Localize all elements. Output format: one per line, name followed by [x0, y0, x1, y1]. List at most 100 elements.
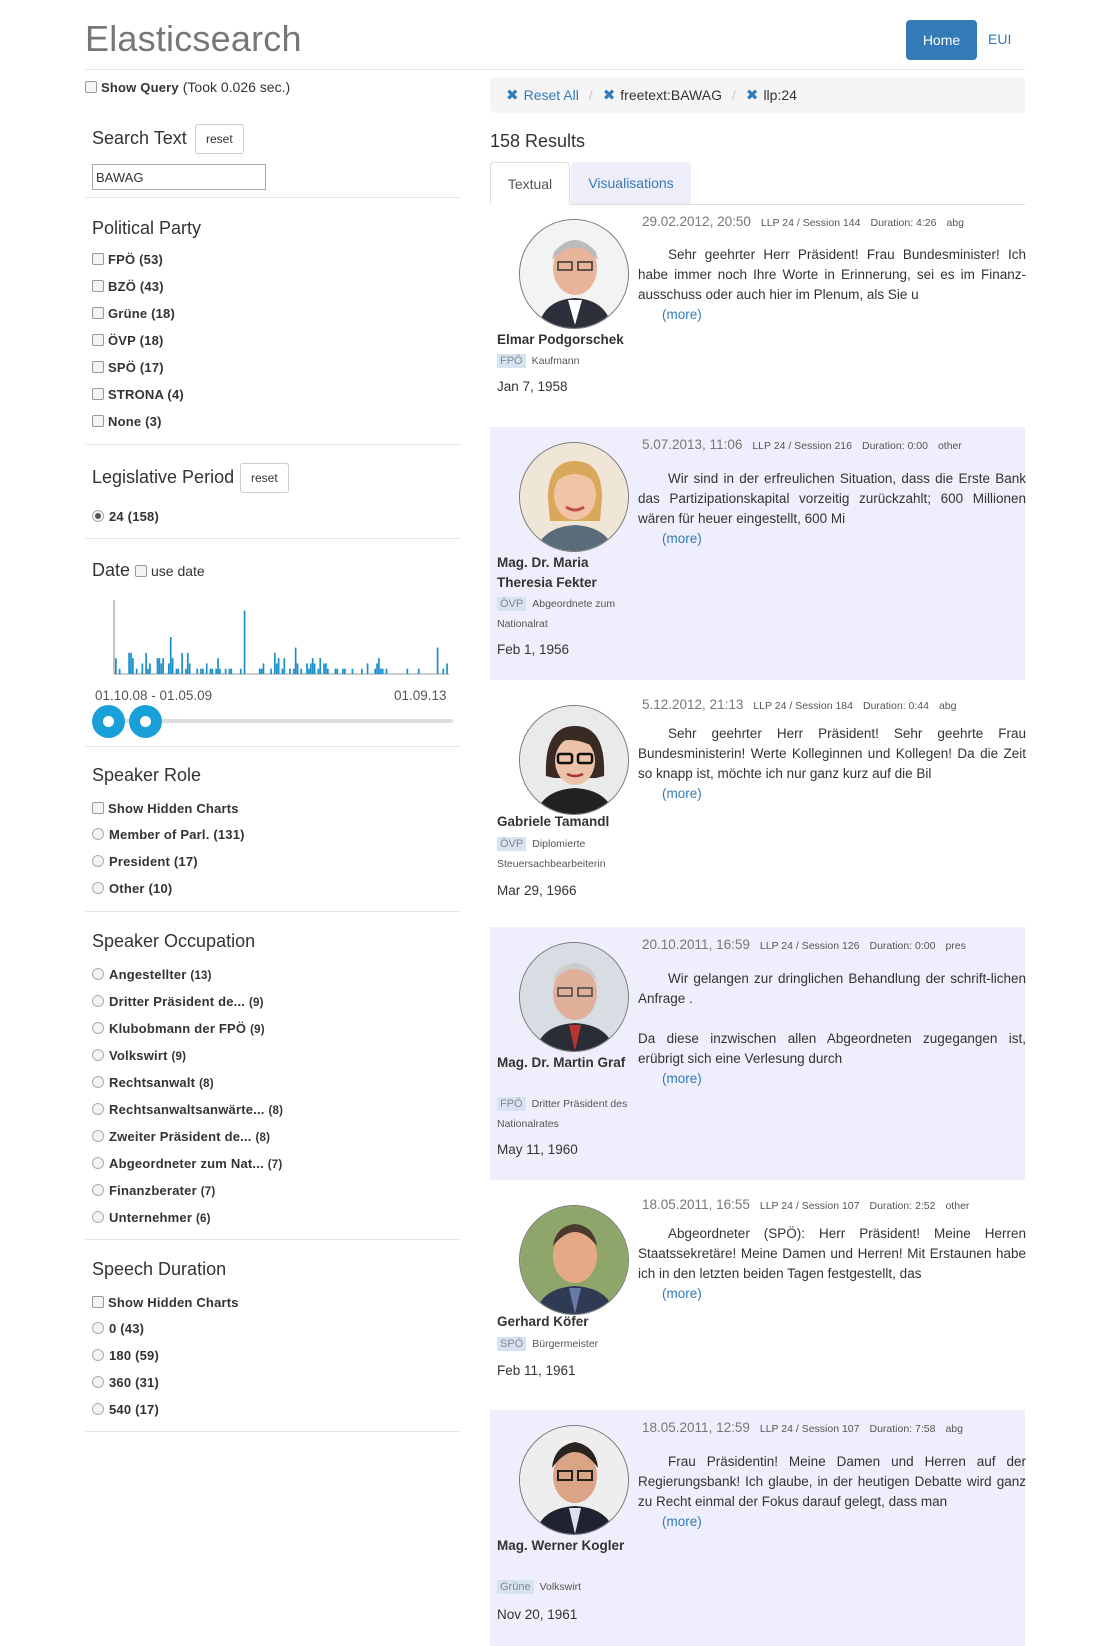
occupation-option[interactable]: Angestellter (13) [92, 966, 212, 982]
party-option[interactable]: STRONA (4) [92, 386, 184, 402]
filter-crumb-freetext[interactable]: ✖ freetext:BAWAG [603, 86, 722, 104]
search-input[interactable] [92, 164, 266, 190]
duration-option[interactable]: 360 (31) [92, 1374, 159, 1390]
chart-bar [275, 663, 278, 674]
more-link[interactable]: (more) [662, 1514, 702, 1529]
divider [85, 538, 460, 539]
occupation-option[interactable]: Volkswirt (9) [92, 1047, 186, 1063]
occupation-option[interactable]: Finanzberater (7) [92, 1182, 215, 1198]
radio[interactable] [92, 882, 104, 894]
brand-title[interactable]: Elasticsearch [85, 18, 302, 60]
party-badge: Grüne [497, 1580, 534, 1594]
checkbox[interactable] [92, 334, 104, 346]
show-query-checkbox[interactable] [85, 81, 97, 93]
checkbox[interactable] [92, 361, 104, 373]
speaker-name[interactable]: Elmar Podgorschek [497, 330, 637, 350]
use-date-checkbox[interactable] [135, 565, 147, 577]
period-option[interactable]: 24 (158) [92, 508, 159, 524]
radio[interactable] [92, 1376, 104, 1388]
speaker-name[interactable]: Mag. Werner Kogler [497, 1536, 637, 1556]
radio[interactable] [92, 968, 104, 980]
result-card: 29.02.2012, 20:50 LLP 24 / Session 144 Dur… [490, 205, 1026, 410]
radio[interactable] [92, 1076, 104, 1088]
chart-bar [219, 668, 221, 674]
radio[interactable] [92, 1403, 104, 1415]
show-query-row[interactable]: Show Query (Took 0.026 sec.) [85, 79, 290, 95]
role-option[interactable]: President (17) [92, 853, 198, 869]
radio[interactable] [92, 1349, 104, 1361]
occupation-option[interactable]: Rechtsanwalt (8) [92, 1074, 214, 1090]
more-link[interactable]: (more) [662, 1071, 702, 1086]
more-link[interactable]: (more) [662, 307, 702, 322]
checkbox[interactable] [92, 1296, 104, 1308]
radio[interactable] [92, 1157, 104, 1169]
tab-textual[interactable]: Textual [490, 162, 570, 205]
speaker-avatar [519, 1205, 629, 1315]
radio[interactable] [92, 510, 104, 522]
duration-option[interactable]: 180 (59) [92, 1347, 159, 1363]
result-meta: 5.07.2013, 11:06 LLP 24 / Session 216 Dura… [642, 437, 962, 452]
occupation-option[interactable]: Rechtsanwaltsanwärte... (8) [92, 1101, 283, 1117]
legislative-period-title: Legislative Period [92, 467, 235, 487]
party-option[interactable]: BZÖ (43) [92, 278, 164, 294]
chart-bar [202, 668, 204, 674]
radio[interactable] [92, 1184, 104, 1196]
checkbox[interactable] [92, 253, 104, 265]
occupation-option[interactable]: Dritter Präsident de... (9) [92, 993, 264, 1009]
period-reset-button[interactable]: reset [240, 463, 289, 493]
checkbox[interactable] [92, 415, 104, 427]
date-slider-handle-start[interactable] [92, 705, 125, 738]
more-link[interactable]: (more) [662, 786, 702, 801]
occupation-option[interactable]: Unternehmer (6) [92, 1209, 211, 1225]
reset-all-crumb[interactable]: ✖ Reset All [506, 86, 579, 104]
radio[interactable] [92, 1322, 104, 1334]
speaker-name[interactable]: Mag. Dr. Maria Theresia Fekter [497, 553, 637, 593]
use-date-row[interactable]: use date [135, 563, 205, 579]
duration-hidden-charts-row[interactable]: Show Hidden Charts [92, 1294, 239, 1310]
radio[interactable] [92, 828, 104, 840]
speaker-name[interactable]: Mag. Dr. Martin Graf [497, 1053, 637, 1073]
radio[interactable] [92, 1103, 104, 1115]
party-option[interactable]: SPÖ (17) [92, 359, 164, 375]
role-option[interactable]: Other (10) [92, 880, 172, 896]
radio[interactable] [92, 855, 104, 867]
speech-excerpt: Abgeordneter (SPÖ): Herr Präsident! Mein… [638, 1226, 1026, 1301]
radio[interactable] [92, 1211, 104, 1223]
filter-crumb-llp[interactable]: ✖ llp:24 [746, 86, 797, 104]
party-option[interactable]: ÖVP (18) [92, 332, 164, 348]
occupation-option[interactable]: Klubobmann der FPÖ (9) [92, 1020, 265, 1036]
more-link[interactable]: (more) [662, 1286, 702, 1301]
chart-bar [294, 647, 297, 674]
nav-eui-link[interactable]: EUI [988, 31, 1011, 47]
party-option[interactable]: Grüne (18) [92, 305, 175, 321]
nav-home-button[interactable]: Home [906, 20, 977, 60]
role-hidden-charts-row[interactable]: Show Hidden Charts [92, 800, 239, 816]
chart-bar [185, 668, 187, 674]
radio[interactable] [92, 1049, 104, 1061]
speaker-name[interactable]: Gabriele Tamandl [497, 812, 637, 832]
checkbox[interactable] [92, 388, 104, 400]
checkbox[interactable] [92, 307, 104, 319]
occupation-option[interactable]: Abgeordneter zum Nat... (7) [92, 1155, 282, 1171]
divider [85, 197, 460, 198]
search-reset-button[interactable]: reset [195, 124, 244, 154]
more-link[interactable]: (more) [662, 531, 702, 546]
checkbox[interactable] [92, 280, 104, 292]
radio[interactable] [92, 1130, 104, 1142]
party-option[interactable]: FPÖ (53) [92, 251, 163, 267]
occupation-option[interactable]: Zweiter Präsident de... (8) [92, 1128, 270, 1144]
chart-bar [309, 663, 312, 674]
chart-bar [171, 658, 174, 674]
party-option[interactable]: None (3) [92, 413, 162, 429]
date-slider-handle-end[interactable] [129, 705, 162, 738]
duration-option[interactable]: 540 (17) [92, 1401, 159, 1417]
radio[interactable] [92, 995, 104, 1007]
tab-visualisations[interactable]: Visualisations [571, 162, 691, 204]
chart-bar [406, 668, 409, 674]
speaker-name[interactable]: Gerhard Köfer [497, 1312, 637, 1332]
duration-option[interactable]: 0 (43) [92, 1320, 144, 1336]
speaker-tagline: ÖVP Diplomierte Steuersachbearbeiterin [497, 837, 606, 870]
checkbox[interactable] [92, 802, 104, 814]
role-option[interactable]: Member of Parl. (131) [92, 826, 245, 842]
radio[interactable] [92, 1022, 104, 1034]
